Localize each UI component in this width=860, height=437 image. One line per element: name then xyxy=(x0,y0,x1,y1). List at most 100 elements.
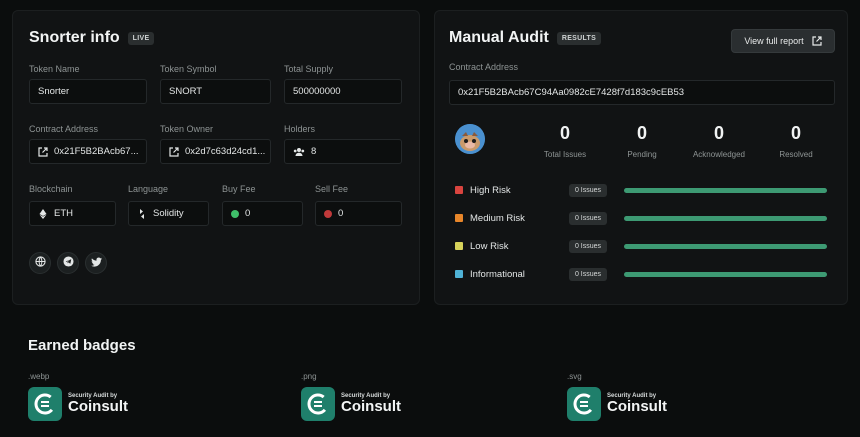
audit-contract-address-label: Contract Address xyxy=(449,62,519,72)
risk-row-low: Low Risk 0 Issues xyxy=(455,239,827,253)
telegram-icon xyxy=(62,254,74,272)
token-owner-value: 0x2d7c63d24cd1... xyxy=(185,146,266,157)
blockchain-value: ETH xyxy=(54,208,73,219)
twitter-icon xyxy=(90,254,102,272)
token-name-label: Token Name xyxy=(29,64,80,74)
total-supply-label: Total Supply xyxy=(284,64,334,74)
earned-badges-title: Earned badges xyxy=(28,337,136,354)
twitter-link[interactable] xyxy=(85,252,107,274)
pending-value: 0 xyxy=(636,123,647,143)
results-tag: RESULTS xyxy=(556,31,602,45)
token-info-header: Snorter info LIVE xyxy=(29,29,155,47)
globe-icon xyxy=(34,254,46,272)
pending-stat: 0 Pending xyxy=(607,123,677,159)
sell-fee-value: 0 xyxy=(338,208,344,219)
acknowledged-stat: 0 Acknowledged xyxy=(684,123,754,159)
buy-fee-field[interactable]: 0 xyxy=(222,201,303,226)
token-name-field[interactable]: Snorter xyxy=(29,79,147,104)
token-owner-label: Token Owner xyxy=(160,124,214,134)
audit-contract-address-field[interactable]: 0x21F5B2BAcb67C94Aa0982cE7428f7d183c9cEB… xyxy=(449,80,835,105)
token-owner-link[interactable]: 0x2d7c63d24cd1... xyxy=(160,139,271,164)
contract-address-value: 0x21F5B2BAcb67... xyxy=(54,146,139,157)
audit-panel: Manual Audit RESULTS View full report Co… xyxy=(434,10,848,305)
badge-brand: Coinsult xyxy=(607,398,667,415)
external-link-icon xyxy=(38,146,48,157)
risk-progress-bar xyxy=(624,271,827,277)
low-risk-color-icon xyxy=(455,242,463,250)
risk-issue-count: 0 Issues xyxy=(569,211,607,225)
external-link-icon xyxy=(812,36,822,46)
resolved-value: 0 xyxy=(790,123,801,143)
total-issues-value: 0 xyxy=(559,123,570,143)
coinsult-logo-icon xyxy=(301,387,335,421)
ethereum-icon xyxy=(38,208,48,219)
risk-progress-bar xyxy=(624,215,827,221)
sell-fee-field[interactable]: 0 xyxy=(315,201,402,226)
language-label: Language xyxy=(128,184,169,194)
telegram-link[interactable] xyxy=(57,252,79,274)
risk-row-medium: Medium Risk 0 Issues xyxy=(455,211,827,225)
coinsult-logo-icon xyxy=(567,387,601,421)
token-symbol-label: Token Symbol xyxy=(160,64,217,74)
view-full-report-button[interactable]: View full report xyxy=(731,29,835,53)
total-issues-label: Total Issues xyxy=(543,150,587,159)
holders-value: 8 xyxy=(311,146,317,157)
buy-fee-label: Buy Fee xyxy=(222,184,256,194)
risk-name: Low Risk xyxy=(470,240,509,252)
acknowledged-value: 0 xyxy=(713,123,724,143)
audit-contract-address-value: 0x21F5B2BAcb67C94Aa0982cE7428f7d183c9cEB… xyxy=(458,87,685,98)
buy-fee-value: 0 xyxy=(245,208,251,219)
contract-address-label: Contract Address xyxy=(29,124,99,134)
live-tag: LIVE xyxy=(127,31,155,45)
audit-header: Manual Audit RESULTS xyxy=(449,29,602,47)
risk-progress-bar xyxy=(624,187,827,193)
token-symbol-field[interactable]: SNORT xyxy=(160,79,271,104)
risk-row-informational: Informational 0 Issues xyxy=(455,267,827,281)
token-name-value: Snorter xyxy=(38,86,70,97)
risk-issue-count: 0 Issues xyxy=(569,239,607,253)
holders-field[interactable]: 8 xyxy=(284,139,402,164)
website-link[interactable] xyxy=(29,252,51,274)
risk-issue-count: 0 Issues xyxy=(569,267,607,281)
pending-label: Pending xyxy=(627,150,657,159)
total-issues-stat: 0 Total Issues xyxy=(530,123,600,159)
risk-progress-bar xyxy=(624,243,827,249)
risk-name: Medium Risk xyxy=(470,212,525,224)
badge-format-label: .png xyxy=(301,372,317,381)
informational-color-icon xyxy=(455,270,463,278)
badge-svg[interactable]: Security Audit by Coinsult xyxy=(567,387,667,421)
resolved-label: Resolved xyxy=(779,150,813,159)
red-status-dot-icon xyxy=(324,209,332,218)
total-supply-field[interactable]: 500000000 xyxy=(284,79,402,104)
badge-png[interactable]: Security Audit by Coinsult xyxy=(301,387,401,421)
risk-issue-count: 0 Issues xyxy=(569,183,607,197)
users-icon xyxy=(293,147,305,157)
badge-brand: Coinsult xyxy=(341,398,401,415)
solidity-icon xyxy=(137,208,147,219)
view-full-report-label: View full report xyxy=(744,36,804,46)
badge-webp[interactable]: Security Audit by Coinsult xyxy=(28,387,128,421)
medium-risk-color-icon xyxy=(455,214,463,222)
token-info-panel: Snorter info LIVE Token Name Snorter Tok… xyxy=(12,10,420,305)
blockchain-field[interactable]: ETH xyxy=(29,201,116,226)
badge-format-label: .webp xyxy=(28,372,50,381)
coinsult-logo-icon xyxy=(28,387,62,421)
project-avatar xyxy=(455,124,485,154)
language-field[interactable]: Solidity xyxy=(128,201,209,226)
resolved-stat: 0 Resolved xyxy=(761,123,831,159)
sell-fee-label: Sell Fee xyxy=(315,184,349,194)
green-status-dot-icon xyxy=(231,209,239,218)
token-info-title: Snorter info xyxy=(29,29,120,46)
risk-name: Informational xyxy=(470,268,525,280)
acknowledged-label: Acknowledged xyxy=(692,150,746,159)
external-link-icon xyxy=(169,146,179,157)
audit-title: Manual Audit xyxy=(449,29,549,46)
total-supply-value: 500000000 xyxy=(293,86,341,97)
risk-name: High Risk xyxy=(470,184,511,196)
high-risk-color-icon xyxy=(455,186,463,194)
holders-label: Holders xyxy=(284,124,316,134)
contract-address-link[interactable]: 0x21F5B2BAcb67... xyxy=(29,139,147,164)
token-symbol-value: SNORT xyxy=(169,86,203,97)
risk-row-high: High Risk 0 Issues xyxy=(455,183,827,197)
badge-format-label: .svg xyxy=(567,372,582,381)
